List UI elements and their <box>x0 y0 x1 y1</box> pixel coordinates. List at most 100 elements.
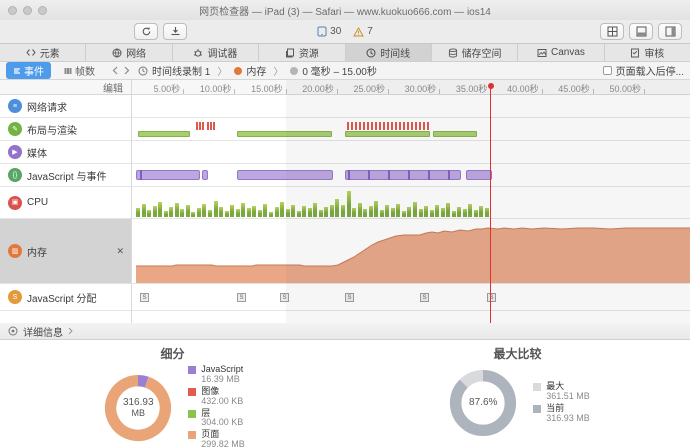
javascript-activity-bar <box>466 170 492 180</box>
ruler-tick-label: 35.00秒 <box>455 84 488 94</box>
cpu-usage-bar <box>202 204 207 217</box>
heap-snapshot-icon[interactable]: S <box>280 293 289 302</box>
download-button[interactable] <box>163 23 187 40</box>
cpu-usage-bar <box>413 202 417 217</box>
sidebar-item-javascript-events[interactable]: {} JavaScript 与事件 <box>0 164 132 186</box>
tab-label: Canvas <box>550 47 585 58</box>
sidebar-item-network-requests[interactable]: ≡ 网络请求 <box>0 95 132 117</box>
cpu-graph[interactable] <box>132 187 690 218</box>
cpu-usage-bar <box>385 205 390 217</box>
tab-network[interactable]: 网络 <box>86 44 173 61</box>
tab-debugger[interactable]: 调试器 <box>173 44 260 61</box>
instrument-label: 布局与渲染 <box>27 125 77 137</box>
stop-on-load-checkbox[interactable] <box>602 66 612 75</box>
cpu-usage-bar <box>468 204 473 217</box>
legend-swatch <box>188 387 197 396</box>
layout-bar <box>237 131 332 137</box>
heap-snapshot-icon[interactable]: S <box>345 293 354 302</box>
playhead-line[interactable] <box>490 84 491 323</box>
frames-mode-button[interactable]: 帧数 <box>57 62 102 79</box>
tab-resources[interactable]: 资源 <box>259 44 346 61</box>
breadcrumb-range[interactable]: 0 毫秒 – 15.00秒 <box>302 63 376 78</box>
cpu-usage-bar <box>479 206 484 217</box>
canvas-icon <box>537 48 547 57</box>
legend-item-javascript: JavaScript 16.39 MB <box>188 364 245 385</box>
memory-graph[interactable] <box>132 219 690 283</box>
ruler-tick-mark <box>183 89 185 94</box>
layout-bar <box>138 131 190 137</box>
cpu-usage-bar <box>379 210 384 217</box>
layout-invalidation-tick <box>375 122 377 130</box>
network-icon <box>112 48 122 57</box>
heap-snapshot-icon[interactable]: S <box>237 293 246 302</box>
tab-storage[interactable]: 储存空间 <box>432 44 519 61</box>
events-mode-button[interactable]: 事件 <box>6 62 51 79</box>
tab-audit[interactable]: 审核 <box>605 44 690 61</box>
layout-invalidation-tick <box>347 122 349 130</box>
network-requests-graph[interactable] <box>132 95 690 117</box>
javascript-events-graph[interactable] <box>132 164 690 186</box>
cpu-usage-bar <box>196 208 201 217</box>
inspector-toolbar: 30 7 <box>0 20 690 44</box>
sidebar-item-layout-rendering[interactable]: ✎ 布局与渲染 <box>0 118 132 140</box>
cpu-usage-bar <box>147 210 152 217</box>
tab-elements[interactable]: 元素 <box>0 44 87 61</box>
heap-snapshot-icon[interactable]: S <box>420 293 429 302</box>
dock-right-button[interactable] <box>658 23 682 40</box>
legend-item-images: 图像 432.00 KB <box>188 386 245 407</box>
tab-canvas[interactable]: Canvas <box>518 44 605 61</box>
memory-icon: ▥ <box>8 244 22 258</box>
cpu-usage-bar <box>346 191 351 217</box>
cpu-usage-bar <box>246 208 251 217</box>
grid-layout-button[interactable] <box>600 23 624 40</box>
layout-invalidation-tick <box>367 122 369 130</box>
tab-label: 资源 <box>298 49 319 60</box>
legend-swatch <box>188 431 197 440</box>
resource-count-badge[interactable]: 30 <box>317 26 341 37</box>
warning-icon <box>353 26 365 36</box>
sidebar-item-memory[interactable]: ▥ 内存 ✕ <box>0 219 132 283</box>
cpu-usage-bar <box>235 209 240 217</box>
timeline-clock-icon <box>366 48 376 57</box>
timeline-subbar: 事件 帧数 时间线录制 1 〉 内存 〉 0 毫秒 – 15.00秒 页面载入后… <box>0 62 690 80</box>
close-memory-button[interactable]: ✕ <box>116 246 124 256</box>
cpu-usage-bar <box>401 211 406 217</box>
details-bar[interactable]: 详细信息 <box>0 323 690 340</box>
instrument-label: 媒体 <box>27 148 47 160</box>
ruler-row: 编辑 5.00秒 10.00秒 15.00秒 20.00秒 25.00秒 30.00秒 35… <box>0 80 690 95</box>
legend-item-current: 当前 316.93 MB <box>533 403 590 424</box>
legend-item-layers: 层 304.00 KB <box>188 408 245 429</box>
warning-count-badge[interactable]: 7 <box>353 26 373 37</box>
cpu-usage-bar <box>324 207 329 217</box>
heap-snapshot-icon[interactable]: S <box>487 293 496 302</box>
cpu-usage-bar <box>219 207 224 217</box>
chevron-right-icon[interactable] <box>124 66 130 75</box>
sidebar-item-media[interactable]: ▶ 媒体 <box>0 141 132 163</box>
javascript-allocations-graph[interactable]: SSSSSS <box>132 284 690 310</box>
legend-swatch <box>533 405 542 413</box>
cpu-usage-bar <box>163 211 168 217</box>
chevron-left-icon[interactable] <box>112 66 118 75</box>
timeline-ruler[interactable]: 5.00秒 10.00秒 15.00秒 20.00秒 25.00秒 30.00秒 35.00… <box>132 80 690 94</box>
dock-bottom-button[interactable] <box>629 23 653 40</box>
playhead-handle[interactable] <box>487 83 494 89</box>
cpu-usage-bar <box>435 205 440 217</box>
graph-filler <box>132 311 690 323</box>
ruler-tick-mark <box>592 89 594 94</box>
tab-timeline[interactable]: 时间线 <box>345 44 432 61</box>
layout-bar <box>433 131 477 137</box>
ruler-tick-mark <box>541 89 543 94</box>
media-graph[interactable] <box>132 141 690 163</box>
heap-snapshot-icon[interactable]: S <box>140 293 149 302</box>
breadcrumb-recording[interactable]: 时间线录制 1 <box>152 63 210 78</box>
ruler-tick-mark <box>285 89 287 94</box>
reload-button[interactable] <box>134 23 158 40</box>
edit-instruments-button[interactable]: 编辑 <box>0 80 132 94</box>
sidebar-item-cpu[interactable]: ▣ CPU <box>0 187 132 218</box>
row-cpu: ▣ CPU <box>0 187 690 219</box>
sidebar-item-javascript-allocations[interactable]: S JavaScript 分配 <box>0 284 132 310</box>
cpu-usage-bar <box>252 206 257 217</box>
layout-rendering-graph[interactable] <box>132 118 690 140</box>
breadcrumb-instrument[interactable]: 内存 <box>246 63 266 78</box>
ruler-tick-label: 40.00秒 <box>507 84 539 94</box>
